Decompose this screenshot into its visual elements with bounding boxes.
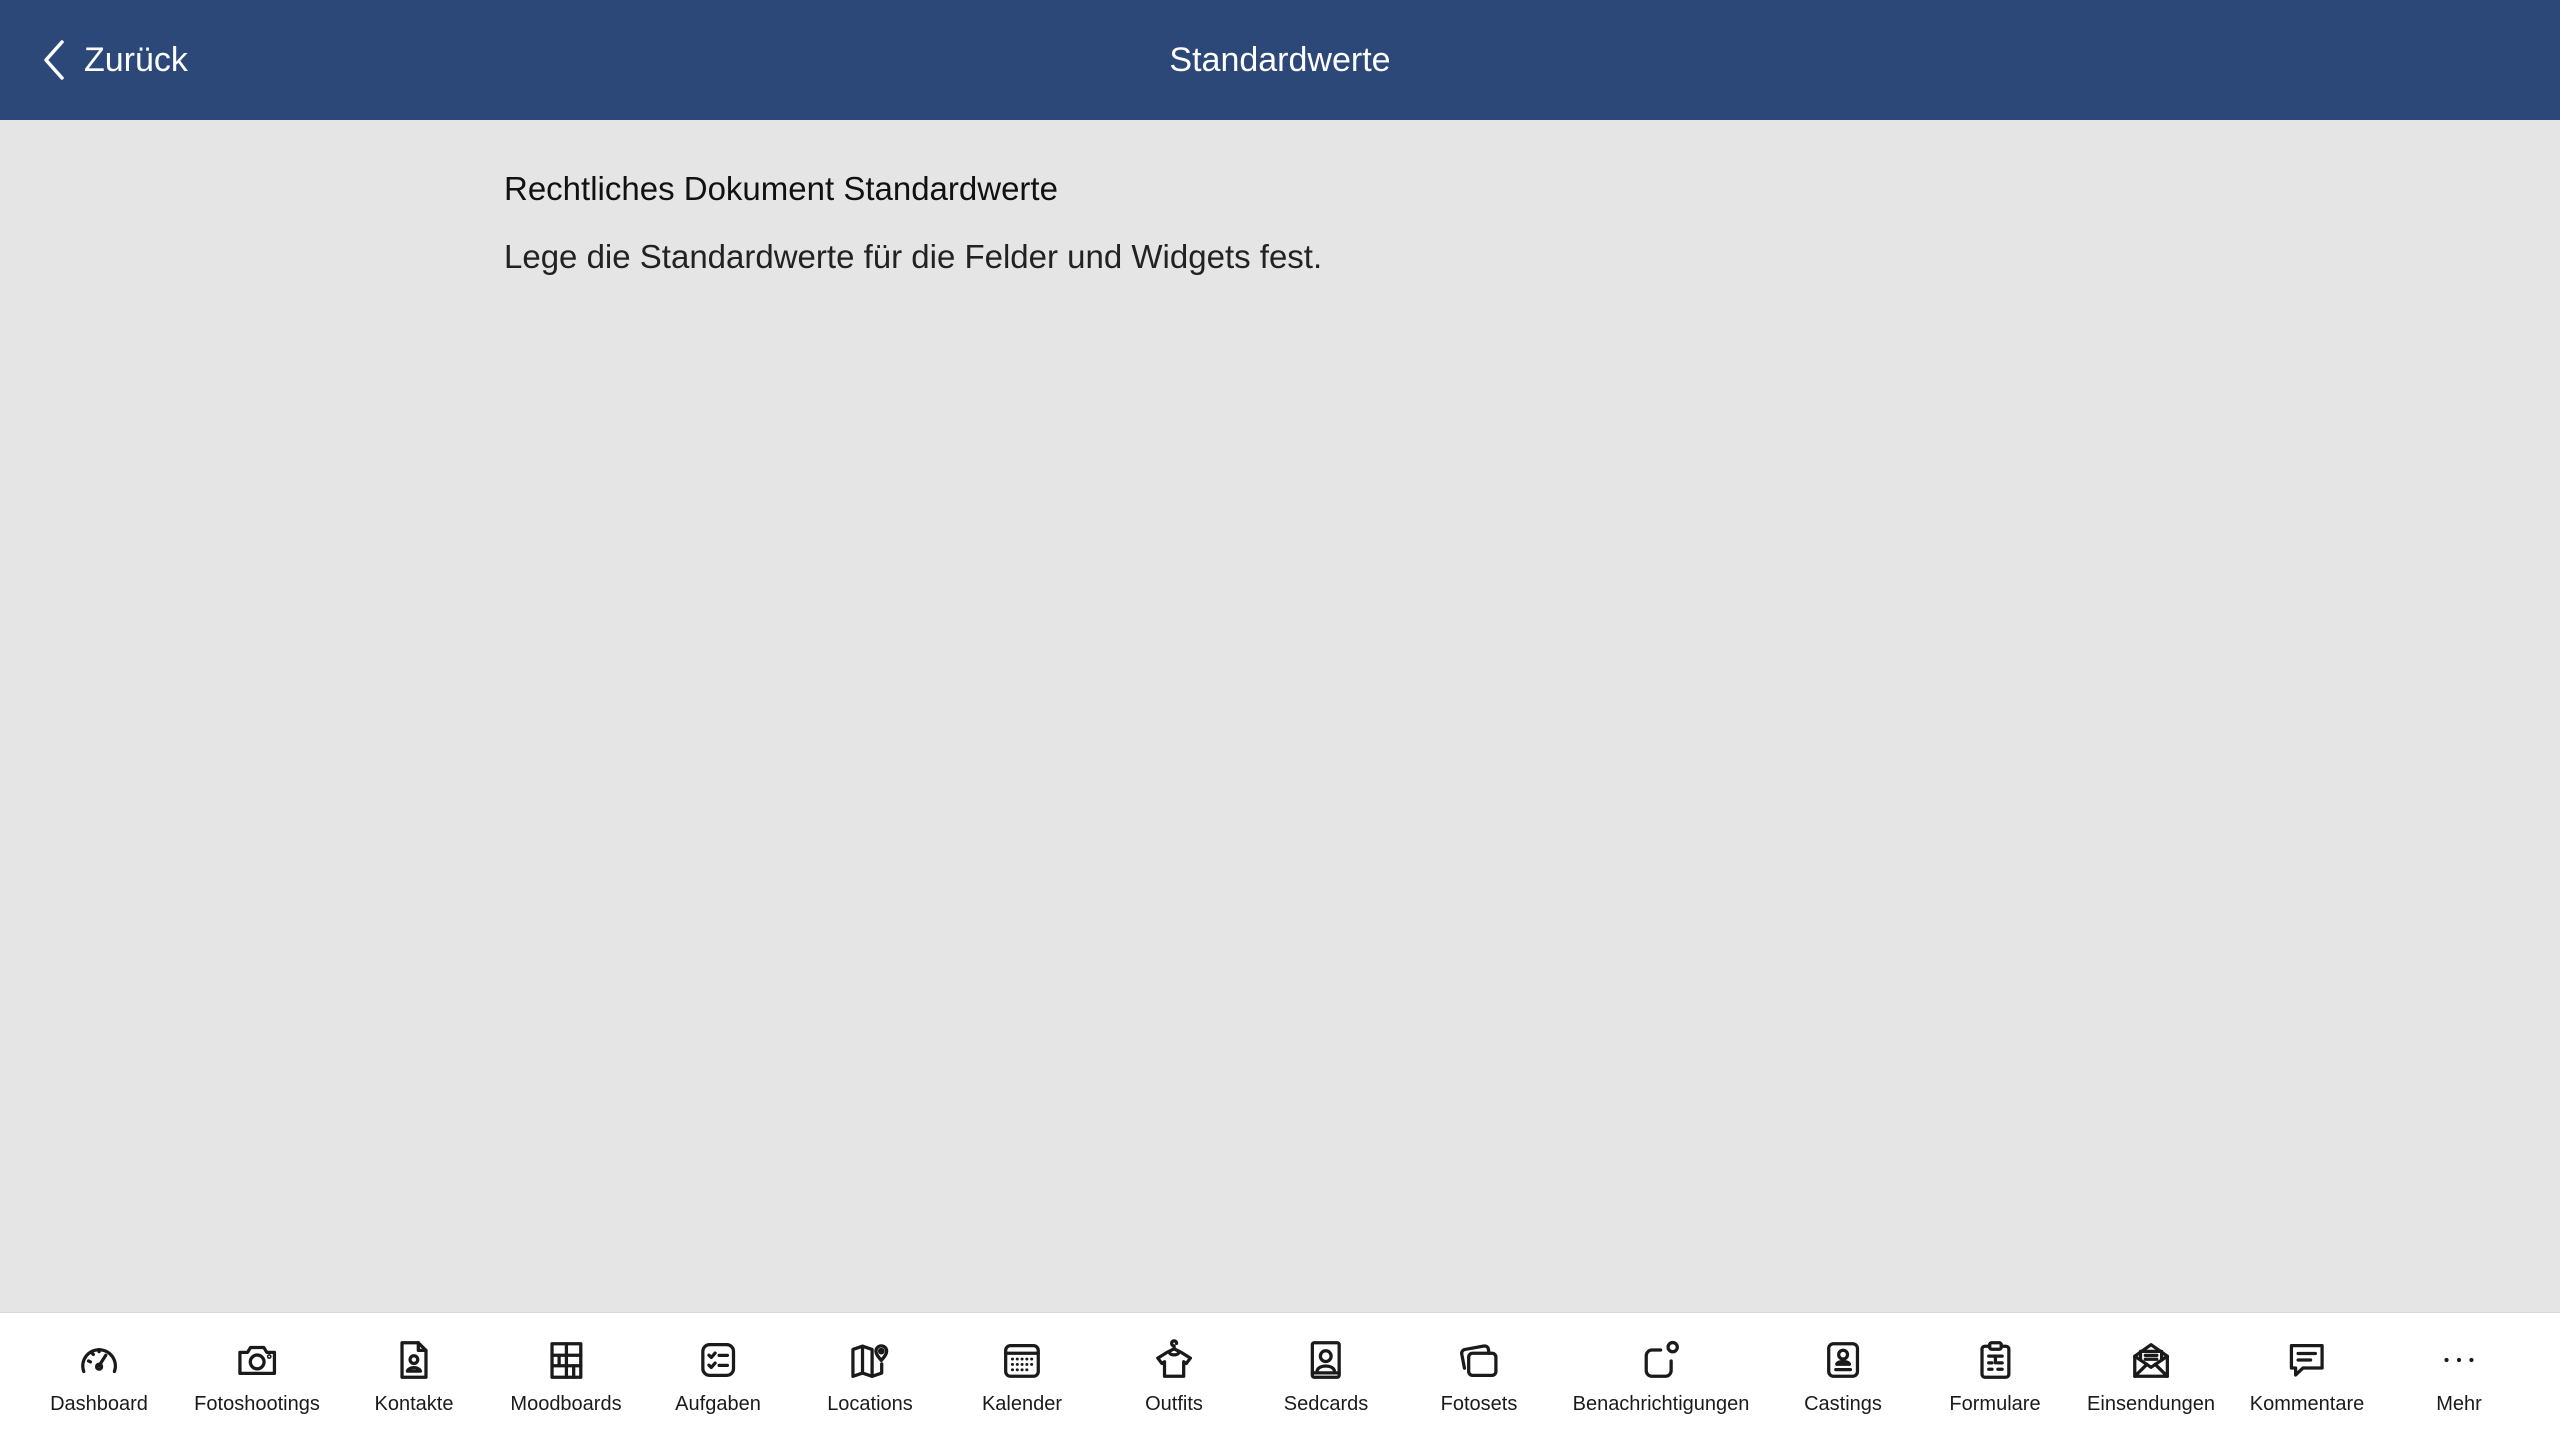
tab-label: Benachrichtigungen	[1572, 1393, 1750, 1415]
tab-dashboard[interactable]: Dashboard	[50, 1313, 148, 1441]
tab-moodboards[interactable]: Moodboards	[510, 1313, 622, 1441]
contact-file-icon	[400, 1341, 429, 1379]
map-pin-icon	[851, 1344, 889, 1378]
section-title: Rechtliches Dokument Standardwerte	[504, 170, 1058, 207]
more-dots-icon	[2444, 1357, 2474, 1363]
page-title: Standardwerte	[1169, 40, 1391, 79]
tab-kalender[interactable]: Kalender	[982, 1313, 1062, 1441]
checklist-icon	[701, 1343, 735, 1377]
tab-label: Fotosets	[1440, 1393, 1518, 1415]
tab-locations[interactable]: Locations	[827, 1313, 913, 1441]
back-button[interactable]: Zurück	[40, 30, 188, 90]
notification-icon	[1644, 1340, 1680, 1378]
tab-kommentare[interactable]: Kommentare	[2249, 1313, 2365, 1441]
tab-label: Locations	[827, 1393, 913, 1415]
tab-label: Kalender	[981, 1393, 1063, 1415]
tab-formulare[interactable]: Formulare	[1949, 1313, 2041, 1441]
tab-fotosets[interactable]: Fotosets	[1440, 1313, 1518, 1441]
tab-label: Fotoshootings	[194, 1393, 320, 1415]
tab-benachrichtigungen[interactable]: Benachrichtigungen	[1572, 1313, 1750, 1441]
photo-stack-icon	[1460, 1344, 1498, 1377]
tab-outfits[interactable]: Outfits	[1145, 1313, 1203, 1441]
tab-castings[interactable]: Castings	[1804, 1313, 1882, 1441]
envelope-open-icon	[2133, 1343, 2169, 1378]
tab-label: Formulare	[1949, 1393, 2041, 1415]
tab-fotoshootings[interactable]: Fotoshootings	[194, 1313, 320, 1441]
moodboard-grid-icon	[549, 1342, 583, 1379]
tab-label: Moodboards	[510, 1393, 622, 1415]
back-label: Zurück	[84, 40, 188, 79]
main-content: Rechtliches Dokument Standardwerte Lege …	[504, 170, 2360, 276]
tab-label: Kommentare	[2249, 1393, 2365, 1415]
calendar-icon	[1004, 1343, 1040, 1378]
tab-label: Einsendungen	[2087, 1393, 2215, 1415]
camera-icon	[238, 1345, 276, 1376]
tab-kontakte[interactable]: Kontakte	[374, 1313, 454, 1441]
tab-sedcards[interactable]: Sedcards	[1283, 1313, 1369, 1441]
tab-label: Aufgaben	[675, 1393, 761, 1415]
dashboard-gauge-icon	[81, 1347, 117, 1374]
tab-aufgaben[interactable]: Aufgaben	[675, 1313, 761, 1441]
section-description: Lege die Standardwerte für die Felder un…	[504, 238, 1323, 275]
tab-label: Kontakte	[374, 1393, 454, 1415]
tab-label: Dashboard	[50, 1393, 148, 1415]
comment-icon	[2290, 1343, 2324, 1377]
chevron-left-icon	[44, 40, 64, 80]
tab-label: Outfits	[1145, 1393, 1203, 1415]
bottom-tab-bar: Dashboard Fotoshootings Kontakte Moodboa…	[0, 1312, 2560, 1441]
badge-person-icon	[1826, 1342, 1860, 1378]
portrait-card-icon	[1310, 1341, 1342, 1379]
tab-einsendungen[interactable]: Einsendungen	[2087, 1313, 2215, 1441]
tab-mehr[interactable]: Mehr	[2436, 1313, 2482, 1441]
tab-label: Sedcards	[1283, 1393, 1369, 1415]
tab-label: Castings	[1804, 1393, 1882, 1415]
top-navigation-bar: Zurück Standardwerte	[0, 0, 2560, 120]
tab-label: Mehr	[2436, 1393, 2482, 1415]
hanger-shirt-icon	[1156, 1339, 1192, 1378]
clipboard-form-icon	[1979, 1341, 2011, 1379]
